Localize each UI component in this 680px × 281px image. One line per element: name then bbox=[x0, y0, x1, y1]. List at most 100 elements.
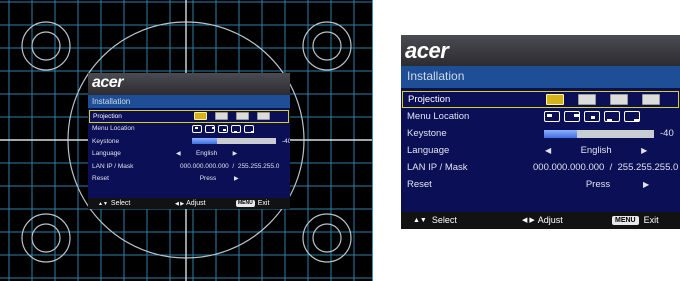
keystone-slider[interactable]: -40 bbox=[192, 138, 290, 145]
language-value: English bbox=[195, 150, 218, 158]
menu-rows: Projection Menu Location Keystone -40 Langua… bbox=[401, 88, 680, 212]
corner-circle bbox=[21, 21, 71, 71]
menu-row-label: Reset bbox=[407, 179, 432, 190]
osd-header: acer bbox=[88, 73, 290, 95]
left-right-icon: ◀ ▶ bbox=[522, 217, 535, 224]
left-right-icon: ◀ ▶ bbox=[175, 200, 185, 207]
menu-row-menu-location[interactable]: Menu Location bbox=[401, 108, 680, 125]
front-ceiling-icon[interactable] bbox=[236, 112, 249, 121]
exit-label: Exit bbox=[643, 215, 659, 225]
adjust-hint: ◀ ▶ Adjust bbox=[175, 200, 206, 207]
up-down-icon: ▲▼ bbox=[413, 216, 427, 224]
menu-row-lan-ip-mask[interactable]: LAN IP / Mask 000.000.000.000 / 255.255.2… bbox=[401, 159, 680, 176]
keystone-bar[interactable] bbox=[544, 129, 654, 138]
adjust-hint: ◀ ▶ Adjust bbox=[522, 215, 563, 225]
language-selector[interactable]: ◀ English ▶ bbox=[176, 150, 237, 157]
menu-title-bar: Installation bbox=[88, 95, 290, 108]
front-desktop-icon[interactable] bbox=[194, 112, 207, 121]
exit-hint[interactable]: MENU Exit bbox=[236, 200, 269, 207]
keystone-bar[interactable] bbox=[192, 138, 276, 145]
menu-location-options[interactable] bbox=[192, 124, 257, 133]
menu-title-bar: Installation bbox=[401, 66, 680, 88]
menu-title: Installation bbox=[92, 97, 131, 106]
rear-desktop-icon[interactable] bbox=[215, 112, 228, 121]
osd-menu-large: acer Installation Projection Menu Locatio… bbox=[401, 35, 680, 229]
exit-label: Exit bbox=[257, 200, 270, 207]
menu-row-label: Projection bbox=[93, 112, 122, 120]
menu-row-label: Menu Location bbox=[407, 111, 470, 122]
menu-row-label: Menu Location bbox=[92, 125, 135, 133]
right-arrow-icon[interactable]: ▶ bbox=[641, 146, 647, 155]
center-location-icon[interactable] bbox=[584, 111, 600, 122]
right-arrow-icon[interactable]: ▶ bbox=[643, 180, 649, 189]
up-down-icon: ▲▼ bbox=[98, 200, 108, 207]
rear-desktop-icon[interactable] bbox=[578, 94, 596, 105]
menu-row-language[interactable]: Language ◀ English ▶ bbox=[88, 148, 290, 161]
menu-row-label: LAN IP / Mask bbox=[92, 162, 134, 170]
menu-row-language[interactable]: Language ◀ English ▶ bbox=[401, 142, 680, 159]
language-selector[interactable]: ◀ English ▶ bbox=[545, 145, 647, 156]
reset-control[interactable]: Press ▶ bbox=[176, 175, 239, 182]
front-desktop-icon[interactable] bbox=[546, 94, 564, 105]
rear-ceiling-icon[interactable] bbox=[642, 94, 660, 105]
menu-row-projection[interactable]: Projection bbox=[402, 91, 679, 108]
reset-value: Press bbox=[199, 175, 217, 183]
acer-logo: acer bbox=[92, 74, 123, 91]
keystone-value: -40 bbox=[660, 128, 674, 139]
projected-screen: acer Installation Projection Menu Locatio… bbox=[0, 0, 373, 281]
projection-mode-options[interactable] bbox=[546, 94, 674, 105]
menu-row-projection[interactable]: Projection bbox=[89, 110, 289, 123]
keystone-slider[interactable]: -40 bbox=[544, 128, 674, 139]
menu-row-menu-location[interactable]: Menu Location bbox=[88, 123, 290, 136]
front-ceiling-icon[interactable] bbox=[610, 94, 628, 105]
keystone-fill bbox=[544, 129, 577, 138]
adjust-label: Adjust bbox=[186, 200, 206, 207]
menu-row-label: Language bbox=[92, 150, 121, 158]
bottom-right-location-icon[interactable] bbox=[244, 124, 254, 133]
menu-row-keystone[interactable]: Keystone -40 bbox=[401, 125, 680, 142]
menu-row-reset[interactable]: Reset Press ▶ bbox=[401, 176, 680, 193]
reset-value: Press bbox=[585, 179, 611, 190]
center-location-icon[interactable] bbox=[218, 124, 228, 133]
menu-row-label: Keystone bbox=[407, 128, 447, 139]
osd-header: acer bbox=[401, 35, 680, 66]
menu-row-label: Reset bbox=[92, 175, 109, 183]
right-arrow-icon[interactable]: ▶ bbox=[233, 150, 238, 157]
keystone-fill bbox=[192, 138, 218, 145]
osd-menu-small: acer Installation Projection Menu Locatio… bbox=[88, 73, 290, 209]
bottom-left-location-icon[interactable] bbox=[604, 111, 620, 122]
menu-key-icon: MENU bbox=[612, 215, 639, 225]
osd-footer: ▲▼ Select ◀ ▶ Adjust MENU Exit bbox=[88, 198, 290, 209]
select-label: Select bbox=[431, 215, 457, 225]
adjust-label: Adjust bbox=[537, 215, 563, 225]
bottom-right-location-icon[interactable] bbox=[624, 111, 640, 122]
select-label: Select bbox=[110, 200, 131, 207]
menu-row-keystone[interactable]: Keystone -40 bbox=[88, 135, 290, 148]
select-hint: ▲▼ Select bbox=[98, 200, 130, 207]
language-value: English bbox=[580, 145, 612, 156]
menu-title: Installation bbox=[407, 69, 465, 83]
projection-mode-options[interactable] bbox=[194, 112, 278, 121]
lan-ip-mask-value: 000.000.000.000 / 255.255.255.0 bbox=[180, 162, 280, 170]
osd-footer: ▲▼ Select ◀ ▶ Adjust MENU Exit bbox=[401, 212, 680, 229]
reset-control[interactable]: Press ▶ bbox=[545, 179, 649, 190]
menu-row-label: Projection bbox=[408, 94, 451, 105]
top-left-location-icon[interactable] bbox=[544, 111, 560, 122]
select-hint: ▲▼ Select bbox=[413, 215, 457, 225]
right-arrow-icon[interactable]: ▶ bbox=[234, 175, 239, 182]
top-right-location-icon[interactable] bbox=[564, 111, 580, 122]
menu-row-label: LAN IP / Mask bbox=[407, 162, 468, 173]
keystone-value: -40 bbox=[282, 137, 290, 145]
bottom-left-location-icon[interactable] bbox=[231, 124, 241, 133]
menu-row-reset[interactable]: Reset Press ▶ bbox=[88, 173, 290, 186]
top-right-location-icon[interactable] bbox=[205, 124, 215, 133]
exit-hint[interactable]: MENU Exit bbox=[612, 215, 659, 225]
menu-row-lan-ip-mask[interactable]: LAN IP / Mask 000.000.000.000 / 255.255.2… bbox=[88, 160, 290, 173]
menu-rows: Projection Menu Location Keystone -40 Langua… bbox=[88, 108, 290, 198]
menu-location-options[interactable] bbox=[544, 111, 644, 122]
lan-ip-mask-value: 000.000.000.000 / 255.255.255.0 bbox=[533, 162, 679, 173]
menu-row-label: Keystone bbox=[92, 137, 120, 145]
rear-ceiling-icon[interactable] bbox=[257, 112, 270, 121]
menu-row-label: Language bbox=[407, 145, 450, 156]
top-left-location-icon[interactable] bbox=[192, 124, 202, 133]
